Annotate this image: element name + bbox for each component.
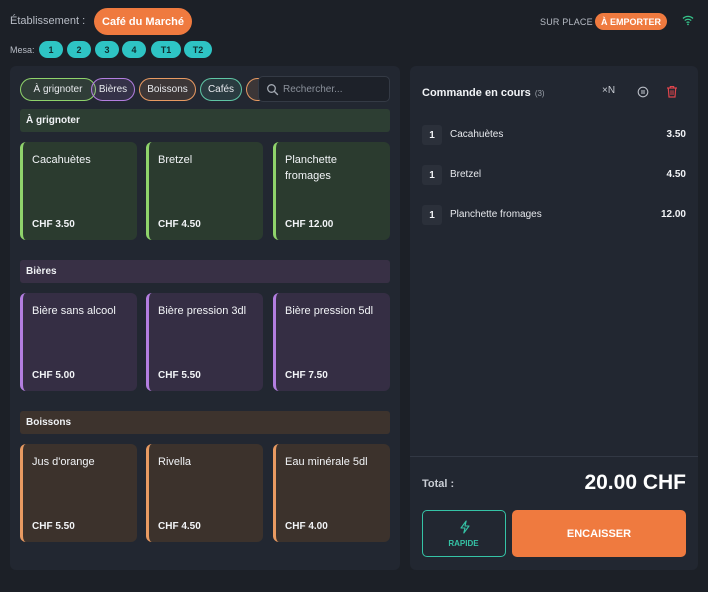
order-line-qty[interactable]: 1 <box>422 165 442 185</box>
product-card-biere-3dl[interactable]: Bière pression 3dl CHF 5.50 <box>146 293 263 391</box>
order-line-name: Bretzel <box>450 169 482 180</box>
product-price: CHF 4.50 <box>158 219 201 230</box>
total-label: Total : <box>422 478 455 490</box>
search-icon <box>267 84 279 96</box>
mesa-label: Mesa: <box>10 45 35 55</box>
product-card-eau-minerale[interactable]: Eau minérale 5dl CHF 4.00 <box>273 444 390 542</box>
product-price: CHF 5.50 <box>158 370 201 381</box>
lightning-icon <box>460 520 470 534</box>
order-line-price: 4.50 <box>666 169 686 180</box>
product-name: Jus d'orange <box>32 456 95 468</box>
order-divider <box>410 456 698 457</box>
order-line[interactable]: 1 Planchette fromages 12.00 <box>422 205 686 225</box>
product-card-planchette[interactable]: Planchette fromages CHF 12.00 <box>273 142 390 240</box>
table-chip-4[interactable]: 4 <box>122 41 146 58</box>
table-chip-3[interactable]: 3 <box>95 41 119 58</box>
product-price: CHF 5.50 <box>32 521 75 532</box>
section-header-boissons: Boissons <box>20 411 390 434</box>
product-name: Planchette fromages <box>285 154 337 182</box>
mode-takeaway-button[interactable]: À EMPORTER <box>595 13 667 30</box>
section-header-bieres: Bières <box>20 260 390 283</box>
order-line-name: Planchette fromages <box>450 209 542 220</box>
rapide-button[interactable]: RAPIDE <box>422 510 506 557</box>
product-card-biere-sans-alcool[interactable]: Bière sans alcool CHF 5.00 <box>20 293 137 391</box>
product-price: CHF 12.00 <box>285 219 334 230</box>
product-card-bretzel[interactable]: Bretzel CHF 4.50 <box>146 142 263 240</box>
category-chip-boissons[interactable]: Boissons <box>139 78 196 101</box>
table-chip-t1[interactable]: T1 <box>151 41 181 58</box>
product-name: Bière pression 5dl <box>285 305 374 317</box>
product-card-rivella[interactable]: Rivella CHF 4.50 <box>146 444 263 542</box>
product-card-biere-5dl[interactable]: Bière pression 5dl CHF 7.50 <box>273 293 390 391</box>
product-name: Eau minérale 5dl <box>285 456 368 468</box>
order-line-qty[interactable]: 1 <box>422 125 442 145</box>
order-line-price: 12.00 <box>660 209 686 220</box>
product-card-cacahuetes[interactable]: Cacahuètes CHF 3.50 <box>20 142 137 240</box>
product-price: CHF 5.00 <box>32 370 75 381</box>
multiply-quantity-button[interactable]: ×N <box>602 85 615 96</box>
table-chip-2[interactable]: 2 <box>67 41 91 58</box>
category-chip-grignoter[interactable]: À grignoter <box>20 78 96 101</box>
order-line-name: Cacahuètes <box>450 129 504 140</box>
encaisser-button[interactable]: ENCAISSER <box>512 510 686 557</box>
order-panel: Commande en cours (3) ×N 1 Cacahuètes 3.5… <box>410 66 698 570</box>
order-line-qty[interactable]: 1 <box>422 205 442 225</box>
product-search[interactable] <box>258 76 390 102</box>
wifi-icon <box>682 15 694 26</box>
top-bar: Établissement : Café du Marché SUR PLACE… <box>0 0 708 42</box>
pause-icon[interactable] <box>637 86 649 98</box>
product-name: Bretzel <box>158 154 193 166</box>
product-card-jus-orange[interactable]: Jus d'orange CHF 5.50 <box>20 444 137 542</box>
table-chip-1[interactable]: 1 <box>39 41 63 58</box>
table-chip-t2[interactable]: T2 <box>184 41 212 58</box>
order-count: (3) <box>534 89 545 98</box>
establishment-label: Établissement : <box>10 15 86 27</box>
product-price: CHF 7.50 <box>285 370 328 381</box>
establishment-selector-button[interactable]: Café du Marché <box>94 8 192 35</box>
order-line[interactable]: 1 Cacahuètes 3.50 <box>422 125 686 145</box>
order-line[interactable]: 1 Bretzel 4.50 <box>422 165 686 185</box>
category-chip-cafes[interactable]: Cafés <box>200 78 242 101</box>
product-price: CHF 4.50 <box>158 521 201 532</box>
product-price: CHF 3.50 <box>32 219 75 230</box>
product-panel: À grignoter Bières Boissons Cafés À grig… <box>10 66 400 570</box>
trash-icon[interactable] <box>666 85 678 98</box>
order-title: Commande en cours (3) <box>422 87 545 99</box>
product-name: Rivella <box>158 456 192 468</box>
mode-dine-in-button[interactable]: SUR PLACE <box>540 17 593 27</box>
order-line-price: 3.50 <box>666 129 686 140</box>
category-chip-bieres[interactable]: Bières <box>91 78 135 101</box>
total-value: 20.00 CHF <box>584 471 686 494</box>
table-selector-row: Mesa: 1 2 3 4 T1 T2 <box>0 41 708 59</box>
search-input[interactable] <box>283 81 385 98</box>
product-name: Cacahuètes <box>32 154 91 166</box>
product-name: Bière pression 3dl <box>158 305 247 317</box>
rapide-label: RAPIDE <box>448 539 479 548</box>
product-name: Bière sans alcool <box>32 305 116 317</box>
section-header-grignoter: À grignoter <box>20 109 390 132</box>
order-title-text: Commande en cours <box>422 87 531 99</box>
product-price: CHF 4.00 <box>285 521 328 532</box>
